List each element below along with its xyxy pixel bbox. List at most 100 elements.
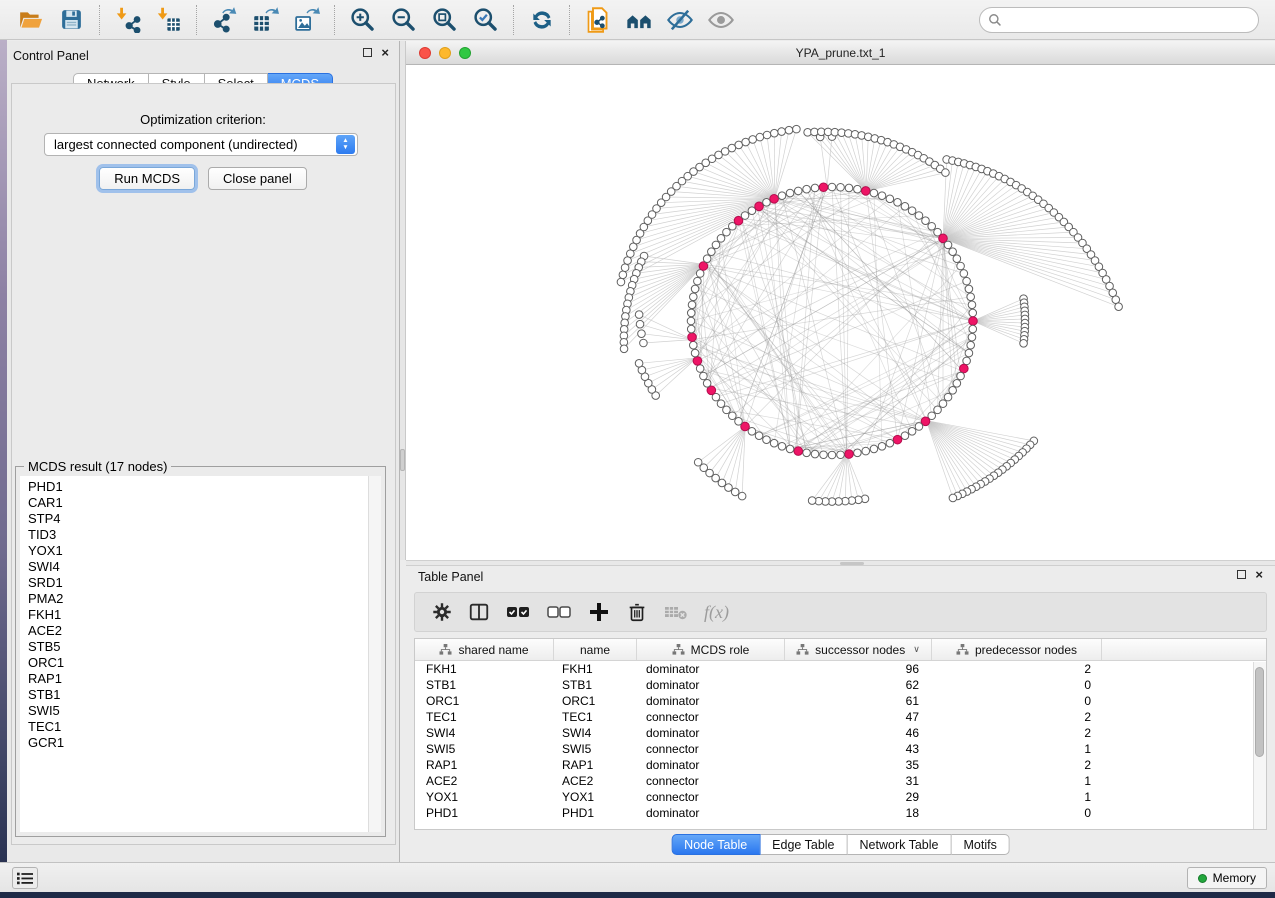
column-header-shared-name[interactable]: shared name (415, 639, 554, 660)
table-cell[interactable]: SWI4 (415, 726, 554, 740)
table-cell[interactable]: ACE2 (554, 774, 637, 788)
select-all-icon[interactable] (505, 599, 531, 625)
task-history-button[interactable] (12, 867, 38, 889)
table-cell[interactable]: 1 (932, 742, 1102, 756)
table-cell[interactable]: dominator (637, 758, 785, 772)
table-row[interactable]: STB1STB1dominator620 (415, 677, 1266, 693)
splitter-handle[interactable] (840, 562, 864, 565)
table-cell[interactable]: ACE2 (415, 774, 554, 788)
table-cell[interactable]: 31 (785, 774, 932, 788)
delete-table-icon[interactable] (663, 599, 689, 625)
splitter-handle[interactable] (400, 449, 405, 471)
table-cell[interactable]: YOX1 (554, 790, 637, 804)
column-header-predecessor-nodes[interactable]: predecessor nodes (932, 639, 1102, 660)
refresh-button[interactable] (521, 3, 562, 37)
run-mcds-button[interactable]: Run MCDS (99, 167, 195, 190)
table-cell[interactable]: 43 (785, 742, 932, 756)
table-cell[interactable]: 47 (785, 710, 932, 724)
table-cell[interactable]: connector (637, 774, 785, 788)
table-cell[interactable]: 1 (932, 774, 1102, 788)
table-cell[interactable]: 35 (785, 758, 932, 772)
table-cell[interactable]: 61 (785, 694, 932, 708)
table-cell[interactable]: dominator (637, 694, 785, 708)
table-row[interactable]: FKH1FKH1dominator962 (415, 661, 1266, 677)
save-session-button[interactable] (51, 3, 92, 37)
table-cell[interactable]: ORC1 (415, 694, 554, 708)
table-cell[interactable]: FKH1 (554, 662, 637, 676)
table-cell[interactable]: STB1 (415, 678, 554, 692)
table-cell[interactable]: TEC1 (415, 710, 554, 724)
zoom-selected-button[interactable] (465, 3, 506, 37)
deselect-all-icon[interactable] (546, 599, 572, 625)
table-cell[interactable]: dominator (637, 662, 785, 676)
tab-node-table[interactable]: Node Table (671, 834, 760, 855)
table-row[interactable]: ACE2ACE2connector311 (415, 773, 1266, 789)
table-row[interactable]: TEC1TEC1connector472 (415, 709, 1266, 725)
table-cell[interactable]: RAP1 (554, 758, 637, 772)
network-graph[interactable] (406, 65, 1275, 560)
mcds-result-item[interactable]: TID3 (28, 527, 381, 543)
mcds-list-scrollbar[interactable] (368, 476, 381, 832)
mcds-result-item[interactable]: ACE2 (28, 623, 381, 639)
mcds-result-item[interactable]: STB1 (28, 687, 381, 703)
mcds-result-item[interactable]: FKH1 (28, 607, 381, 623)
clone-network-button[interactable] (577, 3, 618, 37)
table-cell[interactable]: 0 (932, 806, 1102, 820)
table-scrollbar[interactable] (1253, 662, 1266, 829)
delete-icon[interactable] (626, 601, 648, 623)
zoom-out-button[interactable] (383, 3, 424, 37)
mcds-result-item[interactable]: GCR1 (28, 735, 381, 751)
mcds-result-item[interactable]: TEC1 (28, 719, 381, 735)
table-cell[interactable]: 2 (932, 758, 1102, 772)
optimization-criterion-select[interactable]: largest connected component (undirected)… (44, 133, 358, 156)
function-builder-icon[interactable]: f(x) (704, 602, 729, 623)
table-cell[interactable]: PHD1 (415, 806, 554, 820)
column-header-mcds-role[interactable]: MCDS role (637, 639, 785, 660)
table-cell[interactable]: 29 (785, 790, 932, 804)
table-cell[interactable]: RAP1 (415, 758, 554, 772)
import-network-button[interactable] (107, 3, 148, 37)
table-cell[interactable]: dominator (637, 726, 785, 740)
mcds-result-item[interactable]: PMA2 (28, 591, 381, 607)
mcds-result-item[interactable]: PHD1 (28, 479, 381, 495)
mcds-result-item[interactable]: SWI4 (28, 559, 381, 575)
table-row[interactable]: ORC1ORC1dominator610 (415, 693, 1266, 709)
mcds-result-item[interactable]: STP4 (28, 511, 381, 527)
mcds-result-item[interactable]: SWI5 (28, 703, 381, 719)
export-network-button[interactable] (204, 3, 245, 37)
mcds-result-item[interactable]: CAR1 (28, 495, 381, 511)
table-row[interactable]: YOX1YOX1connector291 (415, 789, 1266, 805)
network-window-titlebar[interactable]: YPA_prune.txt_1 (406, 41, 1275, 65)
hide-selected-button[interactable] (659, 3, 700, 37)
close-panel-icon[interactable]: × (1255, 570, 1263, 579)
float-panel-icon[interactable] (363, 48, 372, 57)
close-panel-button[interactable]: Close panel (208, 167, 307, 190)
mcds-result-item[interactable]: YOX1 (28, 543, 381, 559)
table-row[interactable]: RAP1RAP1dominator352 (415, 757, 1266, 773)
split-pane-icon[interactable] (468, 601, 490, 623)
table-cell[interactable]: connector (637, 790, 785, 804)
table-cell[interactable]: SWI5 (415, 742, 554, 756)
network-view[interactable] (406, 65, 1275, 560)
mcds-result-item[interactable]: SRD1 (28, 575, 381, 591)
zoom-in-button[interactable] (342, 3, 383, 37)
gear-icon[interactable] (431, 601, 453, 623)
table-cell[interactable]: SWI5 (554, 742, 637, 756)
import-table-button[interactable] (148, 3, 189, 37)
table-cell[interactable]: 2 (932, 710, 1102, 724)
column-header-successor-nodes[interactable]: successor nodes ∨ (785, 639, 932, 660)
table-cell[interactable]: connector (637, 710, 785, 724)
memory-button[interactable]: Memory (1187, 867, 1267, 889)
table-cell[interactable]: YOX1 (415, 790, 554, 804)
export-image-button[interactable] (286, 3, 327, 37)
table-cell[interactable]: 0 (932, 678, 1102, 692)
mcds-result-item[interactable]: ORC1 (28, 655, 381, 671)
add-column-icon[interactable] (587, 600, 611, 624)
table-cell[interactable]: ORC1 (554, 694, 637, 708)
table-cell[interactable]: 96 (785, 662, 932, 676)
table-row[interactable]: SWI4SWI4dominator462 (415, 725, 1266, 741)
table-cell[interactable]: 0 (932, 694, 1102, 708)
export-table-button[interactable] (245, 3, 286, 37)
tab-edge-table[interactable]: Edge Table (760, 834, 847, 855)
table-cell[interactable]: 2 (932, 726, 1102, 740)
